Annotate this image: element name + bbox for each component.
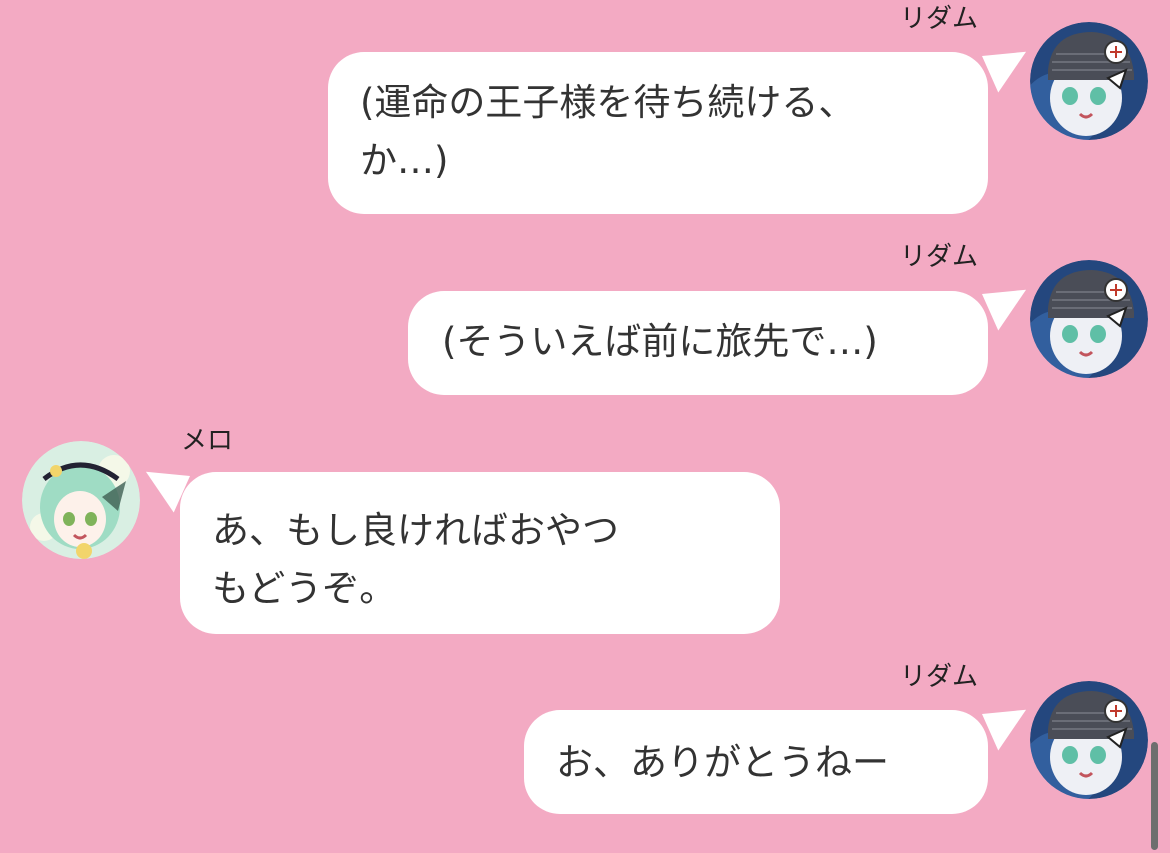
message-bubble[interactable]: (運命の王子様を待ち続ける、 か…)	[328, 52, 988, 214]
sender-name: リダム	[900, 662, 979, 692]
rhythm-avatar-icon[interactable]	[1030, 260, 1148, 378]
melo-avatar-icon[interactable]	[22, 441, 140, 559]
bubble-tail	[982, 696, 1037, 751]
chat-area[interactable]: リダム (運命の王子様を待ち続ける、 か…) リダム (そういえば前に旅先で…)…	[0, 0, 1170, 853]
message-bubble[interactable]: (そういえば前に旅先で…)	[408, 291, 988, 395]
message-line: あ、もし良ければおやつ	[212, 509, 619, 552]
message-line: お、ありがとうねー	[556, 741, 889, 784]
scrollbar[interactable]	[1151, 742, 1158, 850]
sender-name: リダム	[900, 4, 979, 34]
message-line: (運命の王子様を待ち続ける、	[360, 81, 856, 124]
sender-name: メロ	[181, 426, 234, 456]
message-line: もどうぞ。	[212, 567, 397, 610]
sender-name: リダム	[900, 242, 979, 272]
message-bubble[interactable]: あ、もし良ければおやつ もどうぞ。	[180, 472, 780, 634]
bubble-tail	[982, 276, 1037, 331]
bubble-tail	[982, 38, 1037, 93]
rhythm-avatar-icon[interactable]	[1030, 22, 1148, 140]
message-bubble[interactable]: お、ありがとうねー	[524, 710, 988, 814]
message-line: (そういえば前に旅先で…)	[442, 320, 878, 363]
message-line: か…)	[360, 139, 449, 182]
rhythm-avatar-icon[interactable]	[1030, 681, 1148, 799]
